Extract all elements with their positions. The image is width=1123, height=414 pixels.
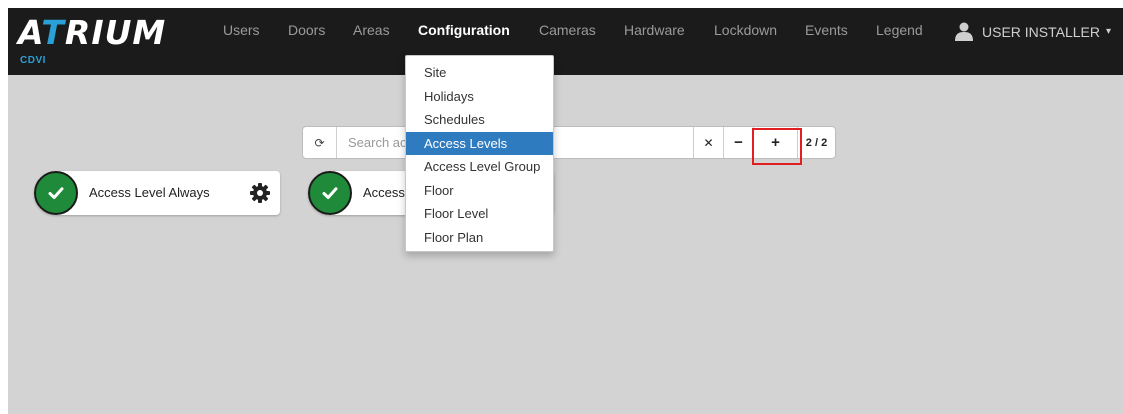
user-icon bbox=[955, 22, 973, 41]
nav-hardware[interactable]: Hardware bbox=[624, 20, 685, 40]
menu-item-schedules[interactable]: Schedules bbox=[406, 108, 553, 132]
caret-down-icon: ▾ bbox=[1106, 26, 1112, 37]
menu-item-access-levels[interactable]: Access Levels bbox=[406, 131, 553, 155]
menu-item-access-level-group[interactable]: Access Level Group bbox=[406, 155, 553, 179]
top-navbar: ATRIUM CDVI Users Doors Areas Configurat… bbox=[8, 8, 1123, 75]
menu-item-site[interactable]: Site bbox=[406, 61, 553, 85]
nav-doors[interactable]: Doors bbox=[288, 20, 325, 40]
result-count: 2 / 2 bbox=[797, 127, 835, 158]
nav-legend[interactable]: Legend bbox=[876, 20, 923, 40]
refresh-icon: ⟳ bbox=[314, 135, 325, 150]
atrium-logo: ATRIUM bbox=[18, 13, 167, 52]
remove-button[interactable]: − bbox=[723, 127, 753, 158]
minus-icon: − bbox=[734, 134, 743, 151]
check-circle-icon bbox=[308, 171, 352, 215]
card-label: Access Level Always bbox=[89, 185, 210, 200]
search-bar: ⟳ ✕ − + 2 / 2 bbox=[302, 126, 836, 159]
menu-item-floor-level[interactable]: Floor Level bbox=[406, 202, 553, 226]
brand[interactable]: ATRIUM CDVI bbox=[18, 13, 167, 67]
refresh-button[interactable]: ⟳ bbox=[303, 127, 337, 158]
access-level-card[interactable]: Access Level Always bbox=[34, 171, 280, 215]
clear-search-button[interactable]: ✕ bbox=[693, 127, 723, 158]
app-window: ATRIUM CDVI Users Doors Areas Configurat… bbox=[8, 8, 1123, 414]
add-access-level-button[interactable]: + bbox=[753, 127, 797, 158]
nav-events[interactable]: Events bbox=[805, 20, 848, 40]
menu-item-floor-plan[interactable]: Floor Plan bbox=[406, 226, 553, 250]
check-circle-icon bbox=[34, 171, 78, 215]
card-label: Access bbox=[363, 185, 405, 200]
nav-lockdown[interactable]: Lockdown bbox=[714, 20, 777, 40]
configuration-dropdown: Site Holidays Schedules Access Levels Ac… bbox=[405, 55, 554, 252]
menu-item-floor[interactable]: Floor bbox=[406, 179, 553, 203]
brand-subtitle: CDVI bbox=[20, 55, 46, 66]
menu-item-holidays[interactable]: Holidays bbox=[406, 85, 553, 109]
nav-users[interactable]: Users bbox=[223, 20, 260, 40]
user-name: USER INSTALLER bbox=[982, 24, 1100, 40]
nav-cameras[interactable]: Cameras bbox=[539, 20, 596, 40]
plus-icon: + bbox=[771, 134, 780, 151]
nav-configuration[interactable]: Configuration bbox=[418, 20, 510, 40]
close-icon: ✕ bbox=[703, 135, 714, 150]
nav-areas[interactable]: Areas bbox=[353, 20, 390, 40]
gear-icon[interactable] bbox=[249, 182, 271, 209]
